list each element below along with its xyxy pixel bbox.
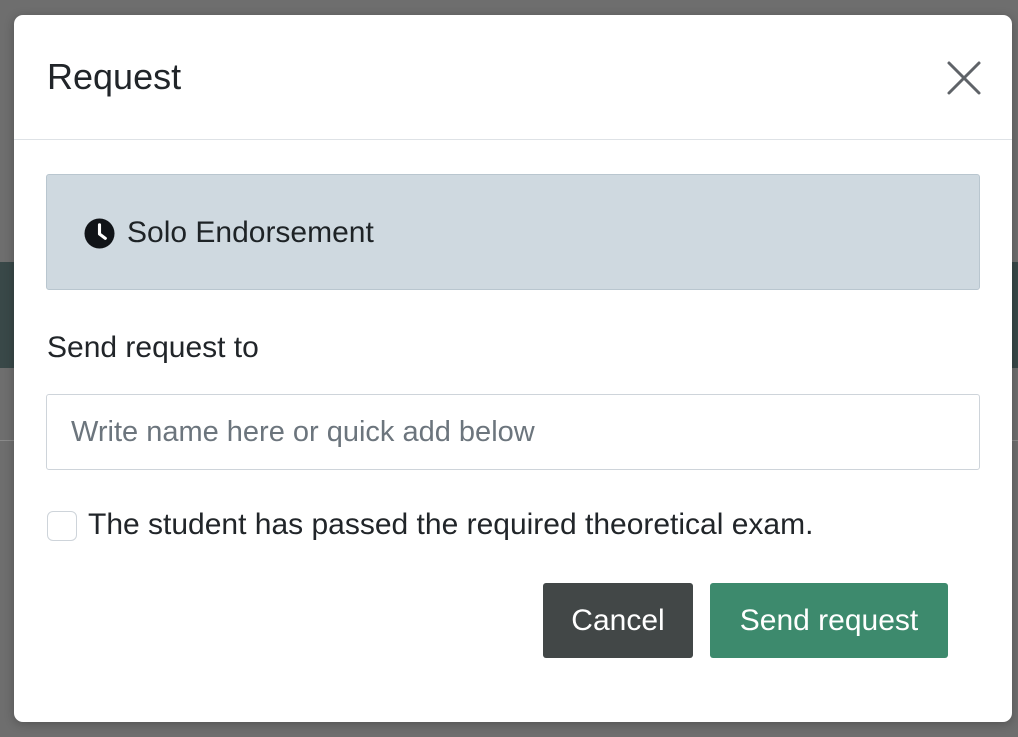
endorsement-alert: Solo Endorsement	[46, 174, 980, 290]
recipient-name-input[interactable]	[46, 394, 980, 470]
send-request-to-label: Send request to	[47, 331, 259, 364]
alert-text: Solo Endorsement	[127, 216, 374, 249]
exam-passed-label[interactable]: The student has passed the required theo…	[88, 508, 813, 543]
exam-passed-checkbox[interactable]	[47, 511, 77, 541]
modal-title: Request	[47, 56, 182, 97]
request-modal: Request Solo Endorsement Send request to…	[14, 15, 1012, 722]
cancel-button[interactable]: Cancel	[543, 583, 693, 658]
close-button[interactable]	[946, 60, 982, 96]
clock-icon	[84, 218, 115, 249]
send-request-button[interactable]: Send request	[710, 583, 948, 658]
modal-header: Request	[14, 15, 1012, 140]
close-icon	[947, 61, 981, 95]
